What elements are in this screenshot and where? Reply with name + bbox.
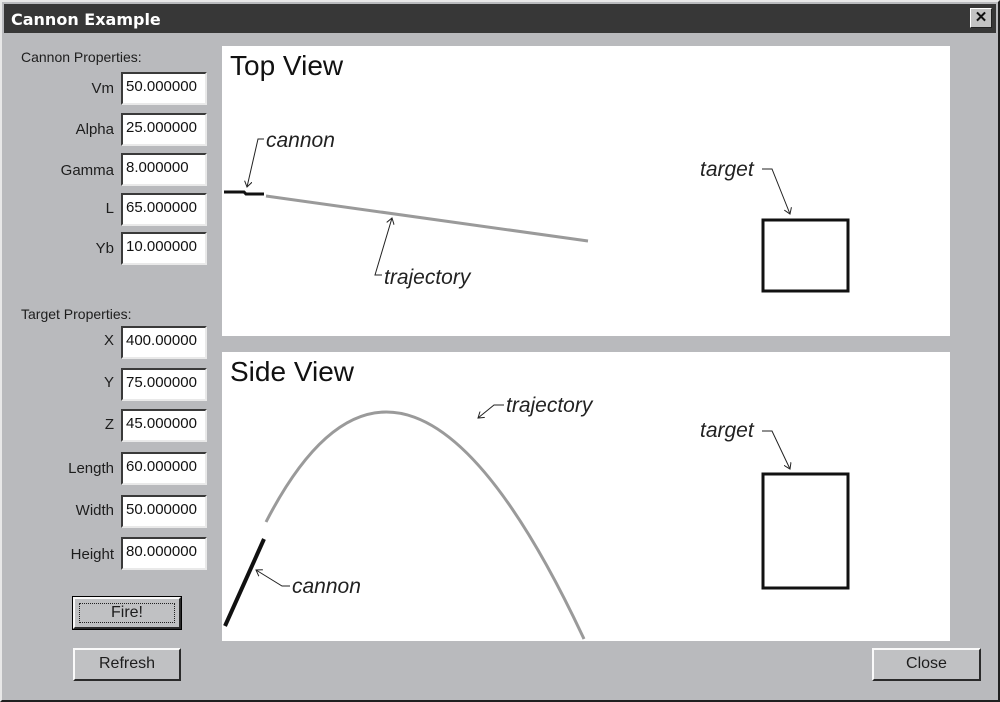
- side-view-canvas: cannon trajectory target: [223, 394, 850, 640]
- width-field[interactable]: 50.000000: [121, 495, 207, 528]
- top-cannon-annotation: cannon: [266, 129, 335, 152]
- gamma-field[interactable]: 8.000000: [121, 153, 207, 186]
- top-view-panel: cannon trajectory target Top View: [222, 46, 950, 336]
- top-view-canvas: cannon trajectory target: [224, 129, 850, 293]
- z-label: Z: [104, 416, 114, 433]
- l-field[interactable]: 65.000000: [121, 193, 207, 226]
- side-trajectory-annotation: trajectory: [506, 394, 594, 417]
- x-field[interactable]: 400.00000: [121, 326, 207, 359]
- close-x-icon[interactable]: ✕: [970, 8, 992, 28]
- side-cannon-arrow: [256, 570, 290, 587]
- side-target-annotation: target: [700, 419, 755, 442]
- side-view-panel: cannon trajectory target Side View: [222, 352, 950, 641]
- z-field[interactable]: 45.000000: [121, 409, 207, 442]
- alpha-field[interactable]: 25.000000: [121, 113, 207, 146]
- yb-label: Yb: [95, 240, 114, 257]
- top-target-annotation: target: [700, 158, 755, 181]
- y-field[interactable]: 75.000000: [121, 368, 207, 401]
- x-label: X: [103, 332, 114, 349]
- fire-button[interactable]: Fire!: [72, 596, 182, 630]
- y-label: Y: [103, 374, 114, 391]
- refresh-button[interactable]: Refresh: [73, 648, 181, 681]
- target-properties-label: Target Properties:: [21, 306, 132, 322]
- top-cannon-line: [224, 190, 264, 196]
- close-button[interactable]: Close: [872, 648, 981, 681]
- cannon-properties-label: Cannon Properties:: [21, 49, 142, 65]
- vm-field[interactable]: 50.000000: [121, 72, 207, 105]
- height-label: Height: [70, 546, 114, 563]
- side-view-title: Side View: [230, 356, 355, 387]
- title-bar[interactable]: Cannon Example ✕: [4, 4, 996, 33]
- window-title: Cannon Example: [11, 10, 161, 29]
- gamma-label: Gamma: [60, 162, 114, 179]
- side-target-rect: [761, 472, 850, 590]
- top-target-arrow: [762, 168, 790, 214]
- side-trajectory-arrow: [478, 404, 504, 418]
- yb-field[interactable]: 10.000000: [121, 232, 207, 265]
- side-target-arrow: [762, 430, 790, 469]
- side-trajectory-curve: [264, 410, 586, 640]
- top-cannon-arrow: [247, 138, 264, 187]
- top-trajectory-annotation: trajectory: [384, 266, 472, 289]
- top-target-rect: [761, 218, 850, 293]
- l-label: L: [105, 200, 114, 217]
- height-field[interactable]: 80.000000: [121, 537, 207, 570]
- side-cannon-annotation: cannon: [292, 575, 361, 598]
- refresh-button-label: Refresh: [98, 655, 156, 672]
- close-button-label: Close: [906, 655, 947, 672]
- alpha-label: Alpha: [75, 121, 114, 138]
- top-trajectory-line: [265, 194, 589, 243]
- vm-label: Vm: [91, 80, 115, 97]
- length-field[interactable]: 60.000000: [121, 452, 207, 485]
- fire-button-label: Fire!: [111, 604, 143, 621]
- width-label: Width: [75, 502, 114, 519]
- length-label: Length: [68, 460, 114, 477]
- top-view-title: Top View: [230, 50, 344, 81]
- side-cannon-line: [223, 538, 266, 627]
